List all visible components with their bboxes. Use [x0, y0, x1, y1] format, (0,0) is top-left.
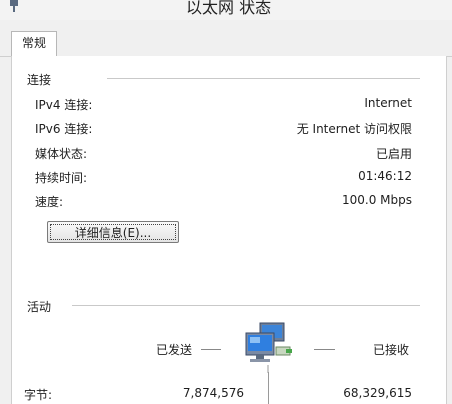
ipv4-label: IPv4 连接: [35, 98, 93, 112]
ipv4-value: Internet [364, 96, 412, 110]
title-bar: 以太网 状态 [0, 0, 452, 20]
sent-label: 已发送 [156, 343, 193, 357]
media-state-value: 已启用 [375, 147, 412, 161]
speed-value: 100.0 Mbps [341, 193, 412, 207]
activity-divider [72, 305, 420, 306]
bytes-sent-value: 7,874,576 [182, 386, 244, 400]
tab-general[interactable]: 常规 [11, 31, 57, 56]
connection-divider [107, 78, 420, 79]
activity-separator [268, 372, 269, 404]
ipv6-label: IPv6 连接: [35, 122, 93, 136]
media-state-label: 媒体状态: [35, 147, 88, 161]
details-button[interactable]: 详细信息(E)... [47, 221, 179, 243]
ipv6-value: 无 Internet 访问权限 [296, 122, 412, 136]
duration-value: 01:46:12 [358, 169, 412, 183]
network-adapter-icon [10, 0, 18, 12]
focus-rectangle [50, 224, 176, 240]
network-computers-icon [245, 322, 292, 373]
sent-dash [201, 349, 221, 350]
speed-label: 速度: [35, 195, 64, 209]
received-label: 已接收 [373, 343, 410, 357]
bytes-received-value: 68,329,615 [343, 386, 412, 400]
bytes-label: 字节: [24, 388, 53, 402]
activity-heading: 活动 [27, 300, 52, 314]
tab-strip: 常规 [0, 31, 452, 57]
connection-heading: 连接 [27, 73, 52, 87]
received-dash [314, 349, 335, 350]
window-title: 以太网 状态 [186, 0, 272, 17]
duration-label: 持续时间: [35, 171, 88, 185]
